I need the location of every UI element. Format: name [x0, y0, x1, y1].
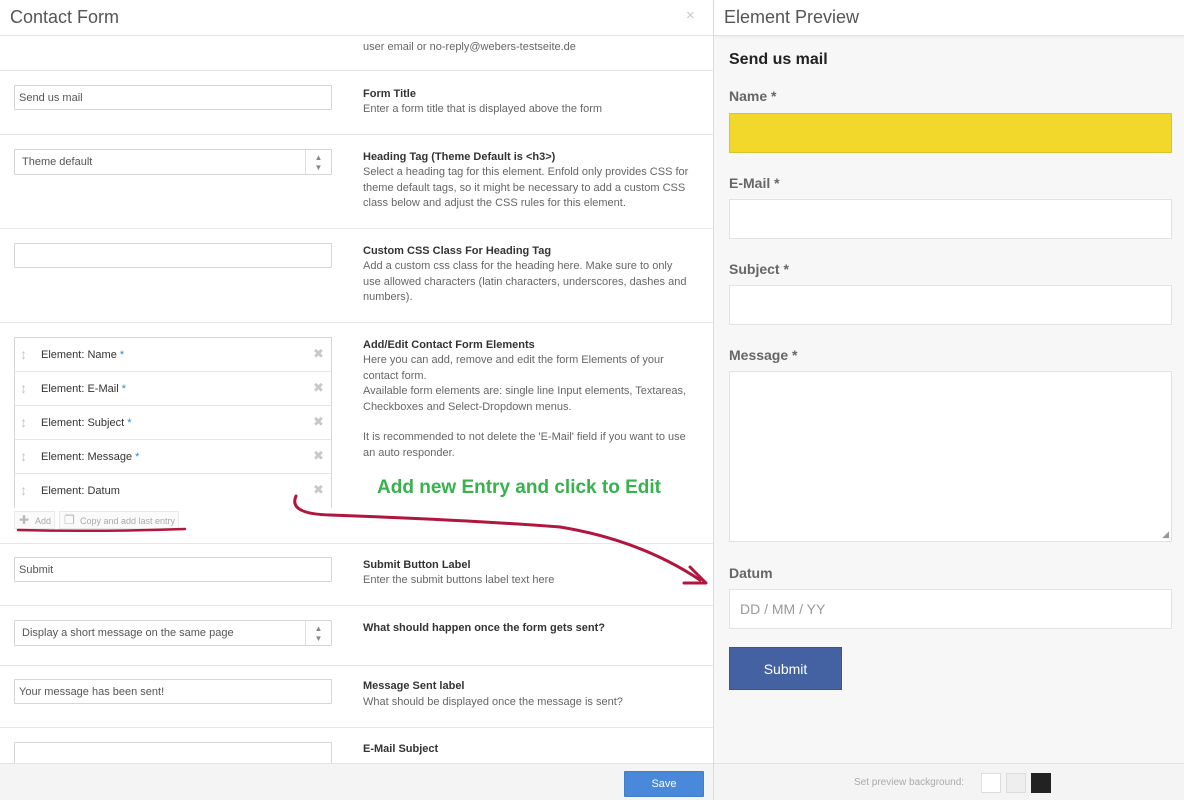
drag-handle-icon[interactable]: ↕: [20, 414, 27, 430]
copy-label: Copy and add last entry: [80, 516, 176, 526]
settings-row-heading-tag: Theme default ▲ ▼ Heading Tag (Theme Defa…: [0, 135, 713, 229]
heading-tag-value: Theme default: [22, 156, 93, 168]
settings-row-email-subject: E-Mail Subject: [0, 728, 713, 763]
form-element-label: Element: Name: [41, 349, 117, 361]
form-elements-desc-available: Available form elements are: single line…: [363, 385, 687, 413]
settings-row-custom-css: Custom CSS Class For Heading Tag Add a c…: [0, 229, 713, 323]
remove-icon[interactable]: ✖: [313, 448, 324, 464]
name-label: Name *: [729, 88, 777, 104]
submit-label-desc: Enter the submit buttons label text here: [363, 574, 555, 586]
heading-tag-desc: Select a heading tag for this element. E…: [363, 166, 689, 209]
copy-last-entry-button[interactable]: ❐ Copy and add last entry: [59, 511, 180, 529]
custom-css-label: Custom CSS Class For Heading Tag: [363, 245, 552, 257]
email-label: E-Mail *: [729, 175, 780, 191]
subject-field[interactable]: [729, 285, 1172, 325]
settings-list[interactable]: user email or no-reply@webers-testseite.…: [0, 36, 713, 763]
swatch-light-gray[interactable]: [1006, 773, 1026, 793]
name-field[interactable]: [729, 113, 1172, 153]
message-sent-input[interactable]: Your message has been sent!: [14, 679, 332, 704]
message-sent-desc: What should be displayed once the messag…: [363, 696, 623, 708]
form-element-label: Element: E-Mail: [41, 383, 119, 395]
form-title-label: Form Title: [363, 88, 416, 100]
custom-css-desc: Add a custom css class for the heading h…: [363, 260, 687, 303]
save-button[interactable]: Save: [624, 771, 704, 797]
form-title-input[interactable]: Send us mail: [14, 85, 332, 110]
add-label: Add: [35, 516, 52, 526]
preview-footer: Set preview background:: [714, 763, 1184, 800]
remove-icon[interactable]: ✖: [313, 346, 324, 362]
submit-label-input[interactable]: Submit: [14, 557, 332, 582]
custom-css-input[interactable]: [14, 243, 332, 268]
element-preview-panel: Element Preview Send us mail Name * E-Ma…: [714, 0, 1184, 800]
message-textarea[interactable]: ◢: [729, 371, 1172, 542]
message-label: Message *: [729, 347, 798, 363]
remove-icon[interactable]: ✖: [313, 482, 324, 498]
datum-label: Datum: [729, 565, 773, 581]
drag-handle-icon[interactable]: ↕: [20, 448, 27, 464]
preview-form-heading: Send us mail: [729, 51, 828, 68]
on-send-label: What should happen once the form gets se…: [363, 622, 606, 634]
copy-icon: ❐: [64, 513, 75, 527]
settings-row-message-sent: Your message has been sent! Message Sent…: [0, 666, 713, 728]
drag-handle-icon[interactable]: ↕: [20, 346, 27, 362]
updown-arrow-icon: ▲ ▼: [305, 621, 331, 645]
required-mark: *: [119, 349, 125, 361]
plus-icon: ✚: [19, 513, 30, 527]
swatch-black[interactable]: [1031, 773, 1051, 793]
resize-grip-icon[interactable]: ◢: [1162, 529, 1169, 540]
form-element-item[interactable]: ↕ Element: Datum ✖: [15, 474, 331, 508]
close-icon[interactable]: ×: [686, 7, 695, 24]
message-sent-label: Message Sent label: [363, 680, 465, 692]
form-element-item[interactable]: ↕ Element: Name * ✖: [15, 338, 331, 372]
preview-background-label: Set preview background:: [854, 777, 965, 788]
swatch-white[interactable]: [981, 773, 1001, 793]
form-element-item[interactable]: ↕ Element: Message * ✖: [15, 440, 331, 474]
form-element-item[interactable]: ↕ Element: E-Mail * ✖: [15, 372, 331, 406]
required-mark: *: [135, 451, 140, 463]
preview-header: Element Preview: [714, 0, 1184, 36]
settings-row-submit-label: Submit Submit Button Label Enter the sub…: [0, 544, 713, 606]
form-elements-label: Add/Edit Contact Form Elements: [363, 339, 535, 351]
form-element-item[interactable]: ↕ Element: Subject * ✖: [15, 406, 331, 440]
updown-arrow-icon: ▲ ▼: [305, 150, 331, 174]
datum-placeholder: DD / MM / YY: [740, 601, 826, 617]
subject-label: Subject *: [729, 261, 789, 277]
settings-row-form-title: Send us mail Form Title Enter a form tit…: [0, 71, 713, 135]
email-subject-label: E-Mail Subject: [363, 743, 439, 755]
drag-handle-icon[interactable]: ↕: [20, 482, 27, 498]
form-element-label: Element: Subject: [41, 417, 125, 429]
on-send-value: Display a short message on the same page: [22, 627, 234, 639]
heading-tag-label: Heading Tag (Theme Default is <h3>): [363, 151, 556, 163]
add-element-button[interactable]: ✚ Add: [14, 511, 56, 529]
submit-label-label: Submit Button Label: [363, 559, 471, 571]
preview-title: Element Preview: [724, 7, 860, 27]
form-element-label: Element: Message: [41, 451, 133, 463]
panel-footer: Save: [0, 763, 713, 800]
email-field[interactable]: [729, 199, 1172, 239]
settings-row-on-send: Display a short message on the same page…: [0, 606, 713, 666]
settings-row-fragment: user email or no-reply@webers-testseite.…: [0, 36, 713, 71]
fragment-text: user email or no-reply@webers-testseite.…: [363, 41, 576, 53]
remove-icon[interactable]: ✖: [313, 414, 324, 430]
on-send-select[interactable]: Display a short message on the same page…: [14, 620, 332, 646]
drag-handle-icon[interactable]: ↕: [20, 380, 27, 396]
annotation-text: Add new Entry and click to Edit: [377, 477, 661, 498]
form-elements-desc-recommend: It is recommended to not delete the 'E-M…: [363, 431, 686, 459]
form-title-desc: Enter a form title that is displayed abo…: [363, 103, 603, 115]
panel-header: Contact Form ×: [0, 0, 713, 36]
form-element-label: Element: Datum: [41, 485, 120, 497]
submit-button[interactable]: Submit: [729, 647, 842, 690]
email-subject-input[interactable]: [14, 742, 332, 763]
required-mark: *: [121, 383, 126, 395]
form-element-list: ↕ Element: Name * ✖ ↕ Element: E-Mail * …: [14, 337, 332, 508]
contact-form-panel: Contact Form × user email or no-reply@we…: [0, 0, 714, 800]
form-elements-desc: Here you can add, remove and edit the fo…: [363, 354, 664, 382]
required-mark: *: [127, 417, 132, 429]
heading-tag-select[interactable]: Theme default ▲ ▼: [14, 149, 332, 175]
panel-title: Contact Form: [10, 7, 120, 27]
datum-field[interactable]: DD / MM / YY: [729, 589, 1172, 629]
remove-icon[interactable]: ✖: [313, 380, 324, 396]
